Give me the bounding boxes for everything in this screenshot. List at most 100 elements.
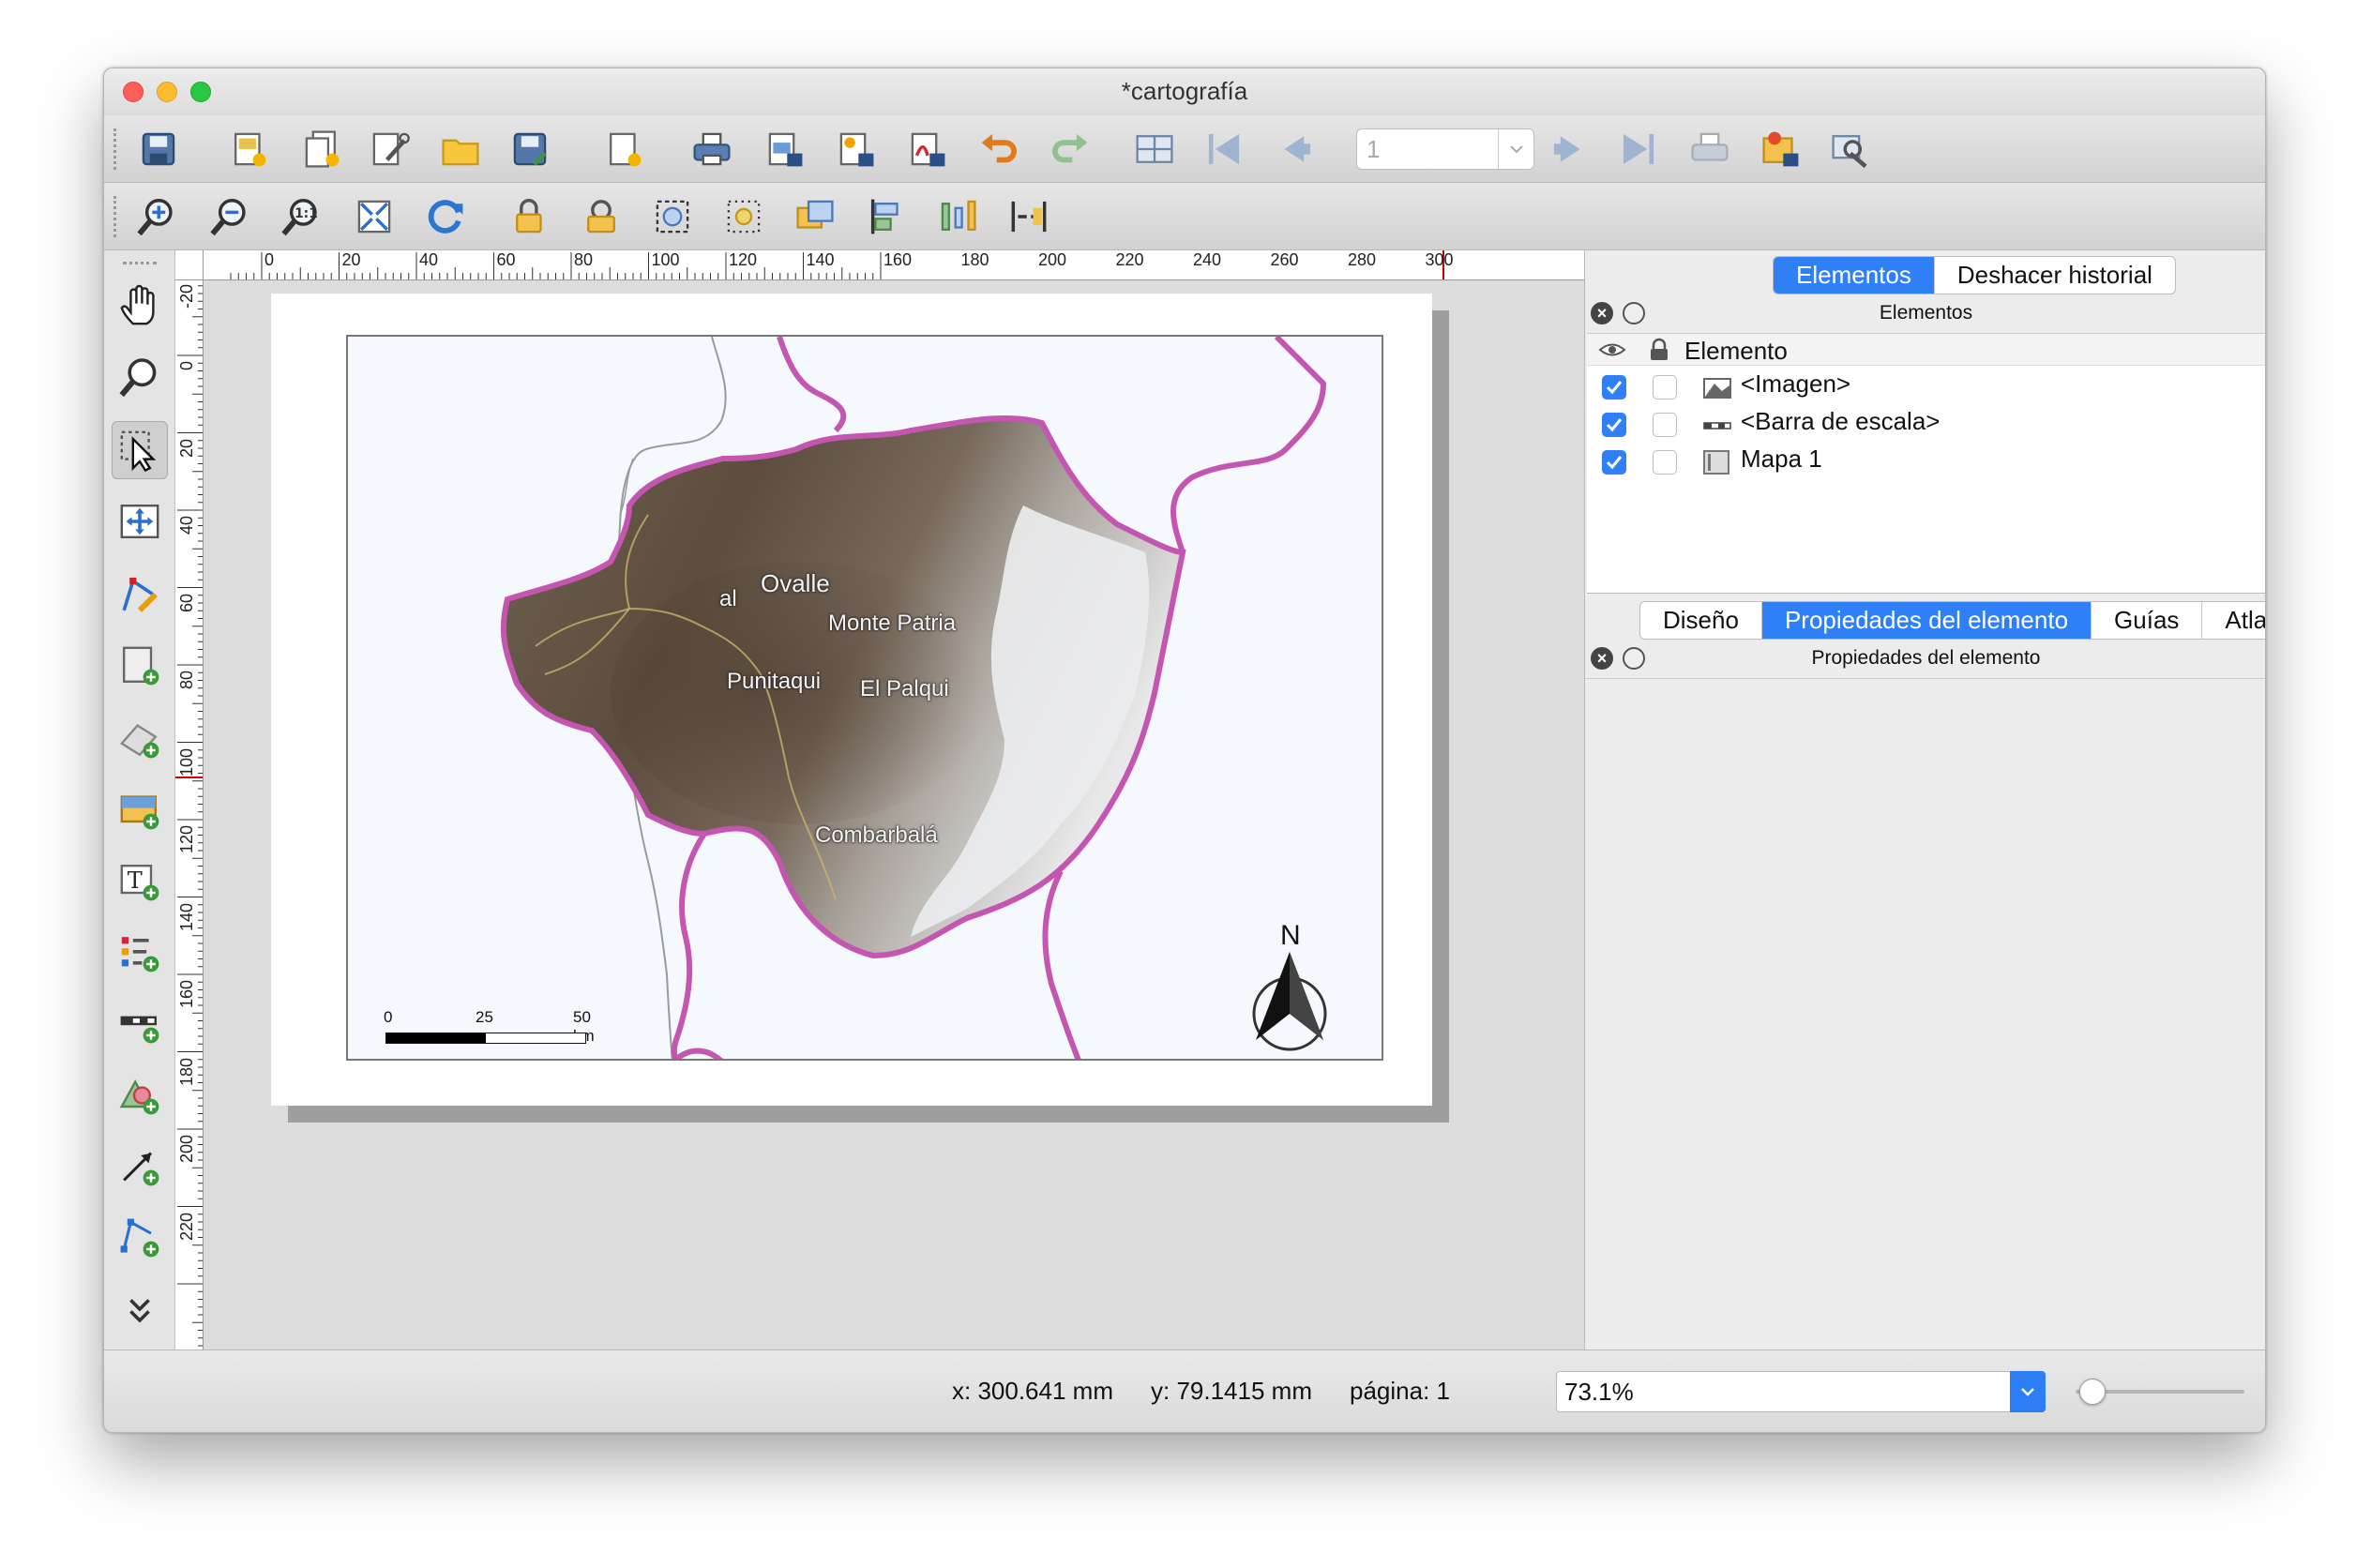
print-icon[interactable]	[687, 127, 736, 172]
undo-icon[interactable]	[974, 127, 1023, 172]
zoom-combobox[interactable]: 73.1%	[1556, 1371, 2046, 1412]
float-dock-icon[interactable]	[1623, 302, 1645, 324]
list-item[interactable]: <Barra de escala>	[1587, 403, 2265, 441]
chevron-down-icon[interactable]	[1498, 129, 1533, 169]
zoom-window-button[interactable]	[190, 82, 211, 102]
visibility-checkbox[interactable]	[1602, 413, 1626, 437]
save-icon[interactable]	[134, 127, 183, 172]
lock-items-icon[interactable]	[506, 194, 554, 239]
first-feature-icon[interactable]	[1200, 127, 1248, 172]
scalebar-item[interactable]: 0 25 50 km	[384, 1008, 595, 1049]
minimize-window-button[interactable]	[157, 82, 177, 102]
region-boundary	[1042, 869, 1081, 1059]
pan-icon[interactable]	[112, 277, 168, 335]
add-map-icon[interactable]	[112, 637, 168, 695]
zoom-value: 73.1%	[1564, 1378, 1634, 1406]
atlas-page-spinbox[interactable]: 1	[1356, 128, 1534, 170]
add-label-icon[interactable]: T	[112, 852, 168, 911]
ungroup-icon[interactable]	[719, 194, 768, 239]
distribute-icon[interactable]	[933, 194, 982, 239]
ruler-label: 60	[496, 250, 516, 269]
new-layout-icon[interactable]	[224, 127, 273, 172]
lock-checkbox[interactable]	[1653, 375, 1677, 400]
vertical-ruler[interactable]: -20 0 20 40 60 80 100 120 140 160 180 200 220	[175, 280, 204, 1349]
place-label: Monte Patria	[828, 611, 957, 636]
float-dock-icon[interactable]	[1623, 647, 1645, 670]
picture-item-icon	[1703, 378, 1731, 399]
last-feature-icon[interactable]	[1614, 127, 1663, 172]
add-3d-map-icon[interactable]	[112, 710, 168, 768]
tab-elementos[interactable]: Elementos	[1774, 257, 1935, 294]
ruler-label: -20	[177, 283, 196, 309]
previous-feature-icon[interactable]	[1271, 127, 1320, 172]
toolbar-grip[interactable]	[123, 262, 157, 264]
add-page-icon[interactable]	[599, 127, 648, 172]
toolbar-grip[interactable]	[113, 196, 117, 237]
add-picture-icon[interactable]	[112, 781, 168, 839]
list-item[interactable]: Mapa 1	[1587, 441, 2265, 478]
duplicate-layout-icon[interactable]	[297, 127, 346, 172]
move-content-icon[interactable]	[112, 492, 168, 550]
zoom-actual-icon[interactable]: 1:1	[277, 194, 325, 239]
select-icon[interactable]	[112, 421, 168, 479]
export-image-icon[interactable]	[761, 127, 809, 172]
raise-icon[interactable]	[791, 194, 839, 239]
bottom-tab-bar: Diseño Propiedades del elemento Guías At…	[1639, 601, 2265, 640]
open-template-icon[interactable]	[436, 127, 485, 172]
close-dock-icon[interactable]: ×	[1591, 302, 1613, 324]
more-tools-icon[interactable]	[112, 1280, 168, 1338]
item-label: <Barra de escala>	[1741, 407, 1941, 435]
redo-icon[interactable]	[1046, 127, 1095, 172]
layout-manager-icon[interactable]	[365, 127, 414, 172]
items-list-header: Elemento	[1587, 334, 2265, 366]
add-legend-icon[interactable]	[112, 924, 168, 982]
north-arrow-item[interactable]: N	[1248, 920, 1342, 1051]
lock-checkbox[interactable]	[1653, 413, 1677, 437]
ruler-label: 40	[419, 250, 439, 269]
tool-sidebar: T	[104, 250, 175, 1349]
atlas-settings-icon[interactable]	[1826, 127, 1875, 172]
toolbar-grip[interactable]	[113, 128, 117, 170]
layout-canvas[interactable]: Ovalle Monte Patria Punitaqui El Palqui …	[204, 280, 1584, 1349]
next-feature-icon[interactable]	[1545, 127, 1593, 172]
resize-icon[interactable]	[1004, 194, 1053, 239]
visibility-checkbox[interactable]	[1602, 375, 1626, 400]
ruler-label: 0	[177, 361, 196, 371]
list-item[interactable]: <Imagen>	[1587, 366, 2265, 403]
item-label: Mapa 1	[1741, 445, 1822, 473]
atlas-preview-icon[interactable]	[1130, 127, 1179, 172]
align-icon[interactable]	[862, 194, 911, 239]
add-arrow-icon[interactable]	[112, 1138, 168, 1196]
save-template-icon[interactable]	[506, 127, 554, 172]
tab-propiedades-del-elemento[interactable]: Propiedades del elemento	[1761, 602, 2092, 639]
export-svg-icon[interactable]	[832, 127, 881, 172]
add-shape-icon[interactable]	[112, 1066, 168, 1124]
tab-atlas[interactable]: Atlas	[2202, 602, 2265, 639]
zoom-tool-icon[interactable]	[112, 348, 168, 406]
unlock-items-icon[interactable]	[577, 194, 626, 239]
add-scalebar-icon[interactable]	[112, 995, 168, 1053]
add-node-item-icon[interactable]	[112, 1209, 168, 1267]
tab-diseno[interactable]: Diseño	[1640, 602, 1762, 639]
refresh-icon[interactable]	[421, 194, 470, 239]
atlas-export-icon[interactable]	[1757, 127, 1805, 172]
lock-checkbox[interactable]	[1653, 450, 1677, 475]
horizontal-ruler[interactable]: 0 20 40 60 80 100 120 140 160 180 200 220 240 260 280 3…	[204, 250, 1584, 280]
close-window-button[interactable]	[123, 82, 143, 102]
group-icon[interactable]	[648, 194, 697, 239]
items-list[interactable]: Elemento <Imagen> <Barra de escala> Mapa…	[1587, 333, 2265, 594]
chevron-down-icon[interactable]	[2010, 1371, 2046, 1412]
tab-guias[interactable]: Guías	[2092, 602, 2203, 639]
edit-nodes-icon[interactable]	[112, 565, 168, 624]
zoom-in-icon[interactable]	[132, 194, 181, 239]
close-dock-icon[interactable]: ×	[1591, 647, 1613, 670]
zoom-slider-handle[interactable]	[2079, 1379, 2106, 1405]
zoom-out-icon[interactable]	[205, 194, 254, 239]
map-item[interactable]: Ovalle Monte Patria Punitaqui El Palqui …	[346, 335, 1383, 1061]
layout-page[interactable]: Ovalle Monte Patria Punitaqui El Palqui …	[271, 294, 1432, 1106]
tab-deshacer-historial[interactable]: Deshacer historial	[1935, 257, 2175, 294]
atlas-print-icon[interactable]	[1685, 127, 1734, 172]
visibility-checkbox[interactable]	[1602, 450, 1626, 475]
zoom-full-icon[interactable]	[350, 194, 399, 239]
export-pdf-icon[interactable]	[903, 127, 952, 172]
